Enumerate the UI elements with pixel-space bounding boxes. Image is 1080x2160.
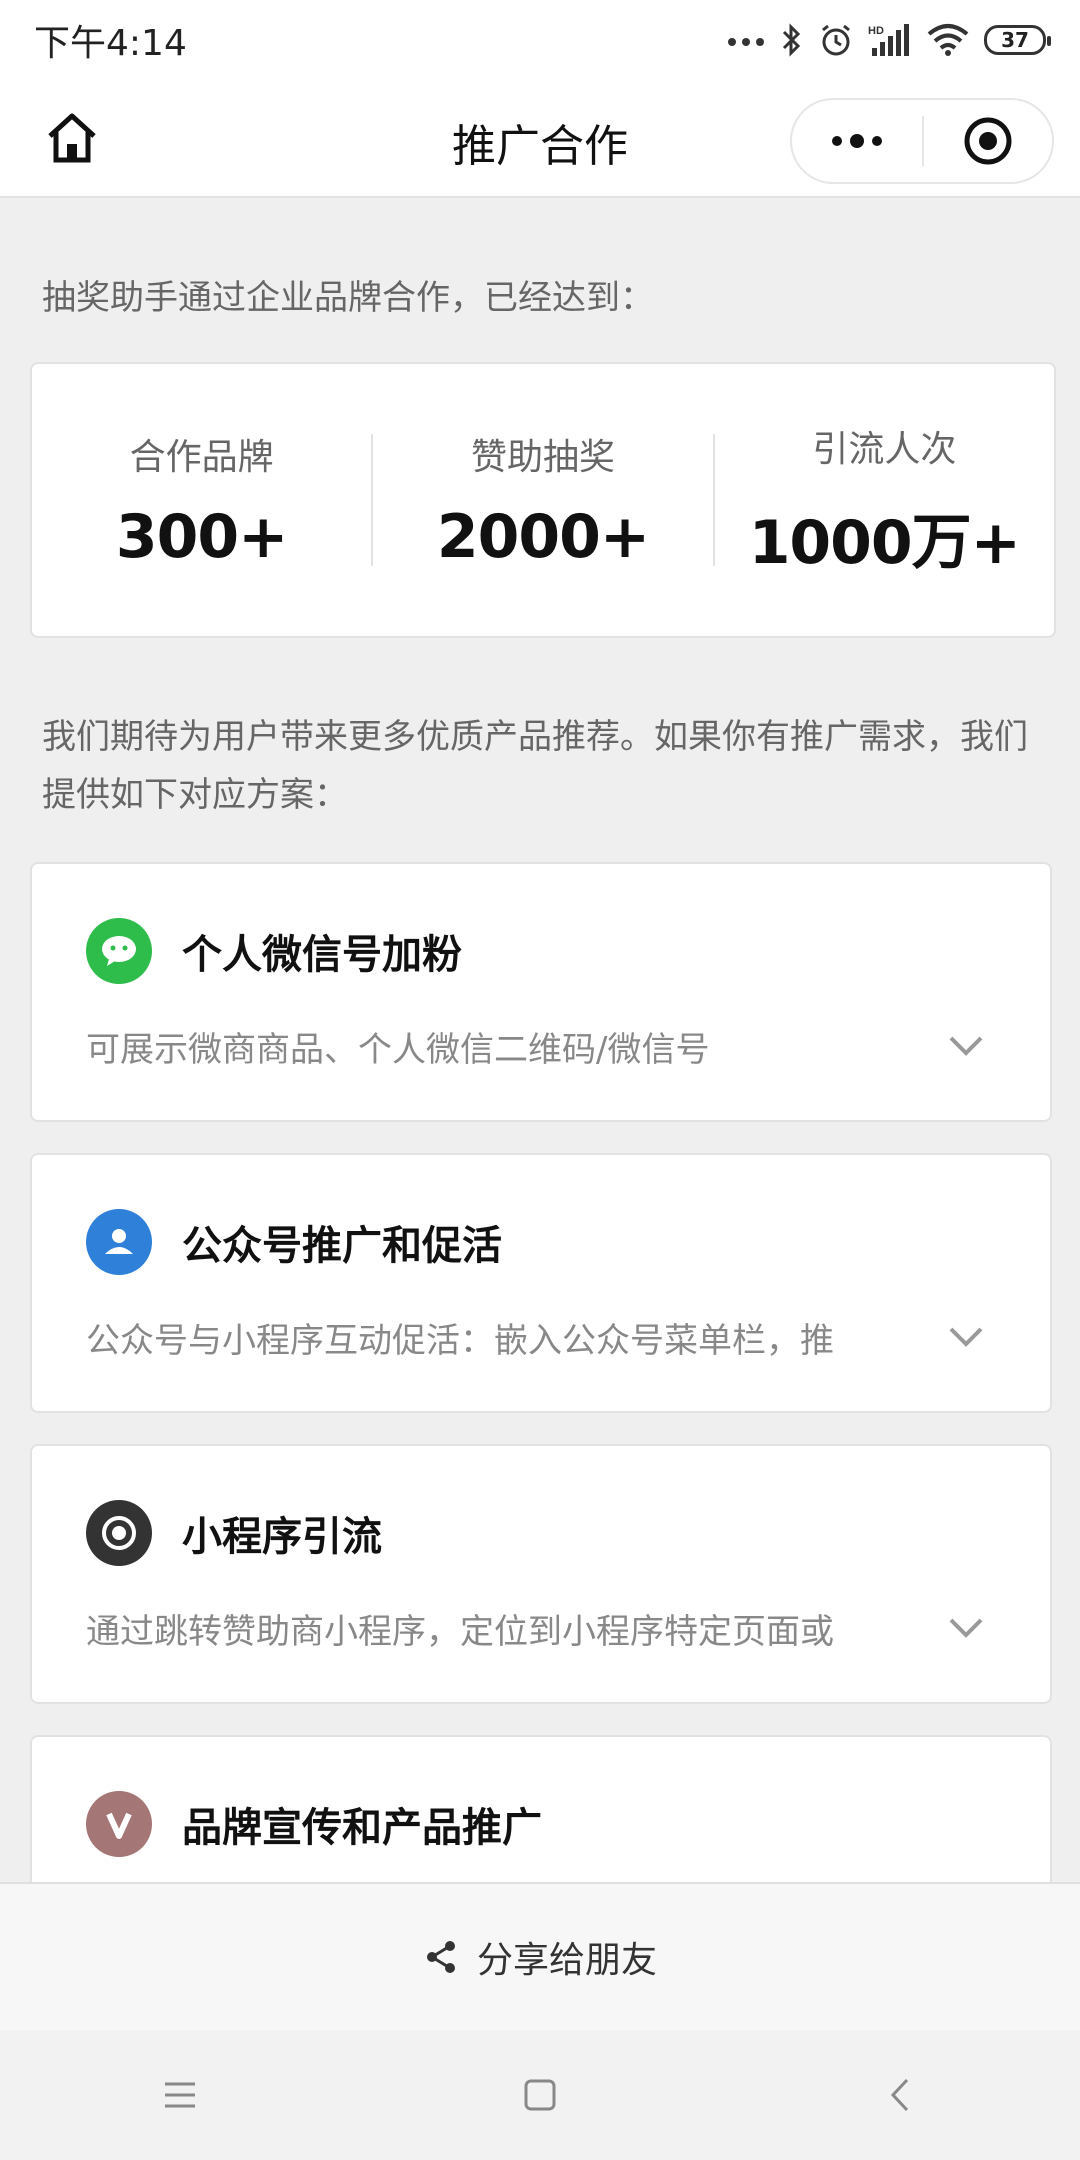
status-bar: 下午4:14 HD 37 (0, 0, 1080, 80)
intro-text: 抽奖助手通过企业品牌合作，已经达到： (42, 278, 654, 318)
share-label: 分享给朋友 (476, 1940, 657, 1981)
battery-level: 37 (1001, 28, 1029, 52)
plan-title: 公众号推广和促活 (182, 1223, 502, 1269)
stat-traffic: 引流人次 1000万+ (715, 420, 1054, 581)
capsule-menu (790, 98, 1054, 184)
plan-card-wechat[interactable]: 个人微信号加粉 可展示微商商品、个人微信二维码/微信号 (30, 862, 1052, 1122)
navbar: 推广合作 (0, 80, 1080, 198)
bluetooth-icon (782, 23, 801, 57)
wifi-icon (927, 24, 969, 56)
battery-indicator: 37 (984, 25, 1051, 55)
official-account-icon (86, 1209, 152, 1275)
more-dots-icon (728, 38, 764, 46)
back-icon[interactable] (860, 2055, 940, 2135)
miniprogram-icon (86, 1500, 152, 1566)
plan-subtitle: 通过跳转赞助商小程序，定位到小程序特定页面或 (86, 1612, 834, 1652)
stat-label: 引流人次 (812, 428, 957, 470)
chevron-down-icon[interactable] (948, 1616, 984, 1640)
chevron-down-icon[interactable] (948, 1325, 984, 1349)
plan-subtitle: 可展示微商商品、个人微信二维码/微信号 (86, 1030, 710, 1070)
share-button[interactable]: 分享给朋友 (0, 1882, 1080, 2030)
stat-label: 合作品牌 (129, 437, 274, 478)
more-icon[interactable] (792, 100, 922, 182)
status-icons: HD 37 (726, 22, 1051, 58)
plan-title: 个人微信号加粉 (182, 932, 462, 978)
share-icon (426, 1941, 455, 1973)
plan-card-official-account[interactable]: 公众号推广和促活 公众号与小程序互动促活：嵌入公众号菜单栏，推 (30, 1153, 1052, 1413)
stat-value: 1000万+ (748, 507, 1021, 578)
description-text: 我们期待为用户带来更多优质产品推荐。如果你有推广需求，我们提供如下对应方案： (42, 717, 1028, 815)
plan-title: 小程序引流 (182, 1514, 382, 1560)
plan-title: 品牌宣传和产品推广 (182, 1805, 542, 1851)
svg-text:HD: HD (868, 25, 884, 37)
alarm-icon (822, 24, 850, 56)
stats-card: 合作品牌 300+ 赞助抽奖 2000+ 引流人次 1000万+ (30, 362, 1056, 638)
wechat-icon (86, 918, 152, 984)
plan-card-miniprogram[interactable]: 小程序引流 通过跳转赞助商小程序，定位到小程序特定页面或 (30, 1444, 1052, 1704)
close-miniprogram-icon[interactable] (924, 100, 1052, 182)
status-time: 下午4:14 (34, 23, 187, 64)
menu-icon[interactable] (140, 2055, 220, 2135)
brand-v-icon (86, 1791, 152, 1857)
stat-value: 300+ (115, 502, 289, 572)
signal-icon: HD (868, 24, 909, 56)
square-home-icon[interactable] (500, 2055, 580, 2135)
stat-label: 赞助抽奖 (470, 437, 615, 478)
stat-partners: 合作品牌 300+ (32, 428, 371, 572)
plan-subtitle: 公众号与小程序互动促活：嵌入公众号菜单栏，推 (86, 1321, 834, 1361)
stat-value: 2000+ (436, 502, 650, 572)
chevron-down-icon[interactable] (948, 1034, 984, 1058)
system-nav-bar (0, 2030, 1080, 2160)
stat-sponsored: 赞助抽奖 2000+ (373, 428, 712, 572)
